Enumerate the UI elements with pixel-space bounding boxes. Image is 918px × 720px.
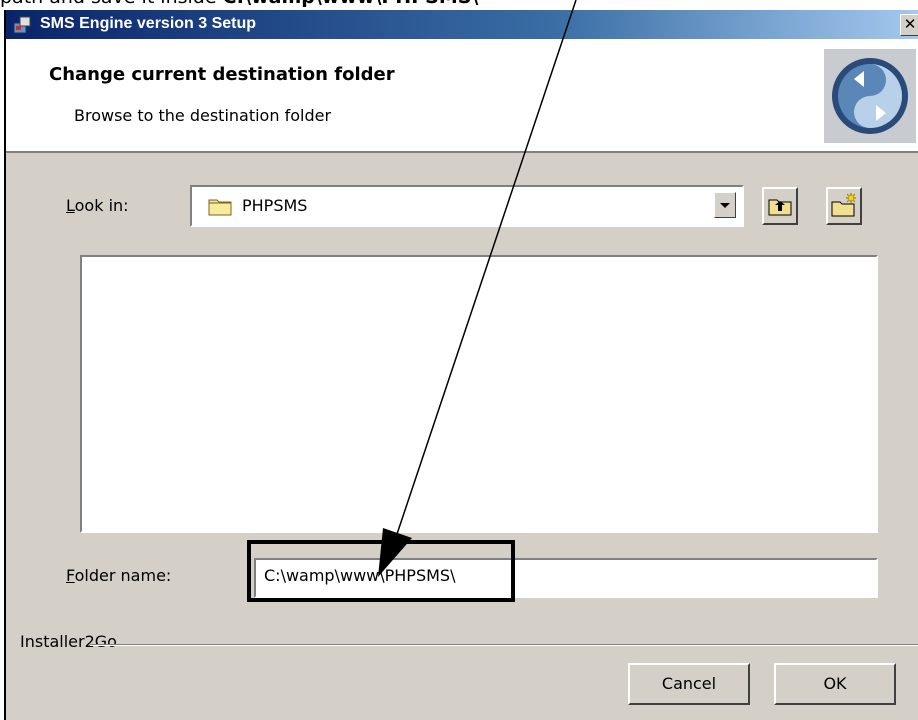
installer-group-label: Installer2Go — [20, 632, 117, 651]
caption-prefix: path and save it inside — [0, 0, 223, 8]
folder-up-icon — [768, 199, 792, 216]
window-title: SMS Engine version 3 Setup — [40, 15, 257, 32]
folder-icon — [208, 199, 232, 216]
cancel-button[interactable]: Cancel — [628, 663, 750, 705]
annotation-caption: path and save it inside C:\wamp\www\PHPS… — [0, 0, 478, 8]
look-in-dropdown[interactable]: PHPSMS — [190, 185, 744, 227]
header-title: Change current destination folder — [49, 64, 395, 85]
new-folder-icon — [831, 192, 857, 217]
dialog-header: Change current destination folder Browse… — [6, 39, 918, 153]
look-in-label: Look in: — [66, 196, 129, 215]
look-in-value: PHPSMS — [242, 196, 308, 215]
close-button[interactable]: ✕ — [900, 14, 918, 36]
folder-name-label: Folder name: — [66, 566, 172, 585]
folder-name-input[interactable]: C:\wamp\www\PHPSMS\ — [254, 558, 878, 598]
folder-list[interactable] — [80, 255, 878, 533]
setup-app-icon — [13, 16, 31, 34]
installer-logo-icon — [824, 49, 916, 143]
close-icon: ✕ — [903, 16, 917, 33]
chevron-down-icon — [720, 203, 730, 208]
up-one-level-button[interactable] — [762, 187, 798, 225]
caption-path: C:\wamp\www\PHPSMS\ — [223, 0, 479, 8]
group-divider — [90, 644, 918, 646]
setup-dialog: SMS Engine version 3 Setup ✕ Change curr… — [4, 10, 918, 720]
new-folder-button[interactable] — [826, 187, 862, 225]
dropdown-arrow-button[interactable] — [714, 192, 736, 218]
ok-button[interactable]: OK — [774, 663, 896, 705]
header-subtitle: Browse to the destination folder — [74, 106, 332, 125]
title-bar[interactable]: SMS Engine version 3 Setup ✕ — [6, 10, 918, 39]
